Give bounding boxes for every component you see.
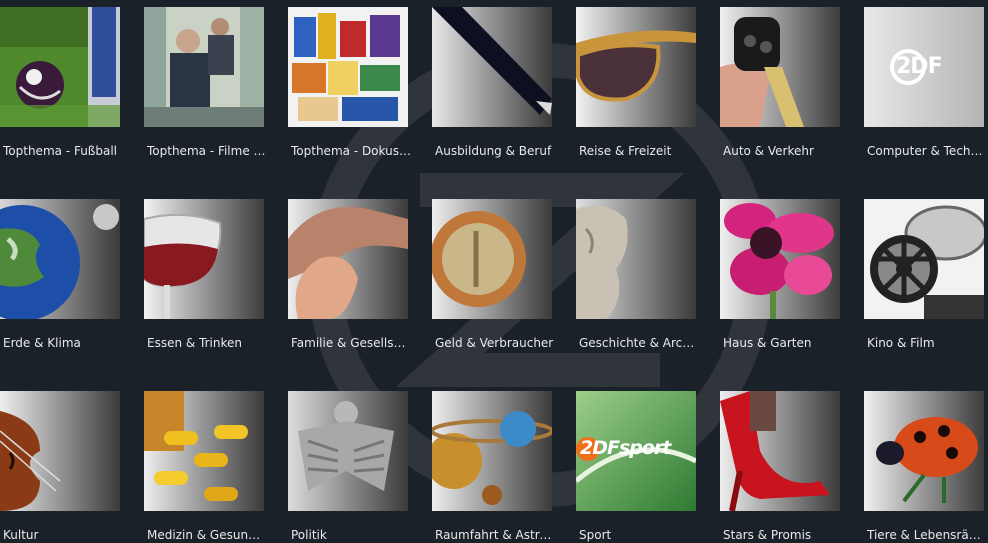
- tile-label: Raumfahrt & Astro...: [435, 528, 555, 542]
- sunglasses-image: [576, 7, 696, 127]
- zdf-sport-logo-image: 2DFsport: [576, 391, 696, 511]
- film-reel-image: [864, 199, 984, 319]
- planets-image: [432, 391, 552, 511]
- tile-label: Geschichte & Arch...: [579, 336, 699, 350]
- pills-image: [144, 391, 264, 511]
- tile-label: Essen & Trinken: [147, 336, 243, 350]
- tile-label: Topthema - Dokus ...: [291, 144, 411, 158]
- tile-label: Computer & Techn...: [867, 144, 987, 158]
- zdf-logo-image: 2DF: [864, 7, 984, 127]
- euro-coin-image: [432, 199, 552, 319]
- tile-label: Geld & Verbraucher: [435, 336, 554, 350]
- film-still-image: [144, 7, 264, 127]
- tile-label: Topthema - Filme u...: [147, 144, 267, 158]
- violin-image: [0, 391, 120, 511]
- pen-image: [432, 7, 552, 127]
- tile-label: Ausbildung & Beruf: [435, 144, 552, 158]
- statue-bust-image: [576, 199, 696, 319]
- hands-image: [288, 199, 408, 319]
- soccer-ball-image: [0, 7, 120, 127]
- car-key-image: [720, 7, 840, 127]
- tile-label: Erde & Klima: [3, 336, 81, 350]
- wine-glass-image: [144, 199, 264, 319]
- ladybug-image: [864, 391, 984, 511]
- tile-label: Haus & Garten: [723, 336, 812, 350]
- tile-label: Tiere & Lebensräu...: [867, 528, 987, 542]
- high-heel-shoe-image: [720, 391, 840, 511]
- flower-image: [720, 199, 840, 319]
- tile-label: Kultur: [3, 528, 39, 542]
- earth-globe-image: [0, 199, 120, 319]
- tile-label: Reise & Freizeit: [579, 144, 672, 158]
- federal-eagle-image: [288, 391, 408, 511]
- tile-label: Stars & Promis: [723, 528, 812, 542]
- tile-label: Familie & Gesellsch...: [291, 336, 411, 350]
- tile-label: Medizin & Gesund...: [147, 528, 267, 542]
- tile-label: Sport: [579, 528, 612, 542]
- tile-label: Auto & Verkehr: [723, 144, 814, 158]
- zdf-logo-text: 2DF: [896, 54, 943, 79]
- tile-label: Topthema - Fußball: [3, 144, 117, 158]
- zdf-sport-logo-text: 2DFsport: [580, 437, 671, 459]
- tile-label: Kino & Film: [867, 336, 935, 350]
- groceries-image: [288, 7, 408, 127]
- tile-label: Politik: [291, 528, 327, 542]
